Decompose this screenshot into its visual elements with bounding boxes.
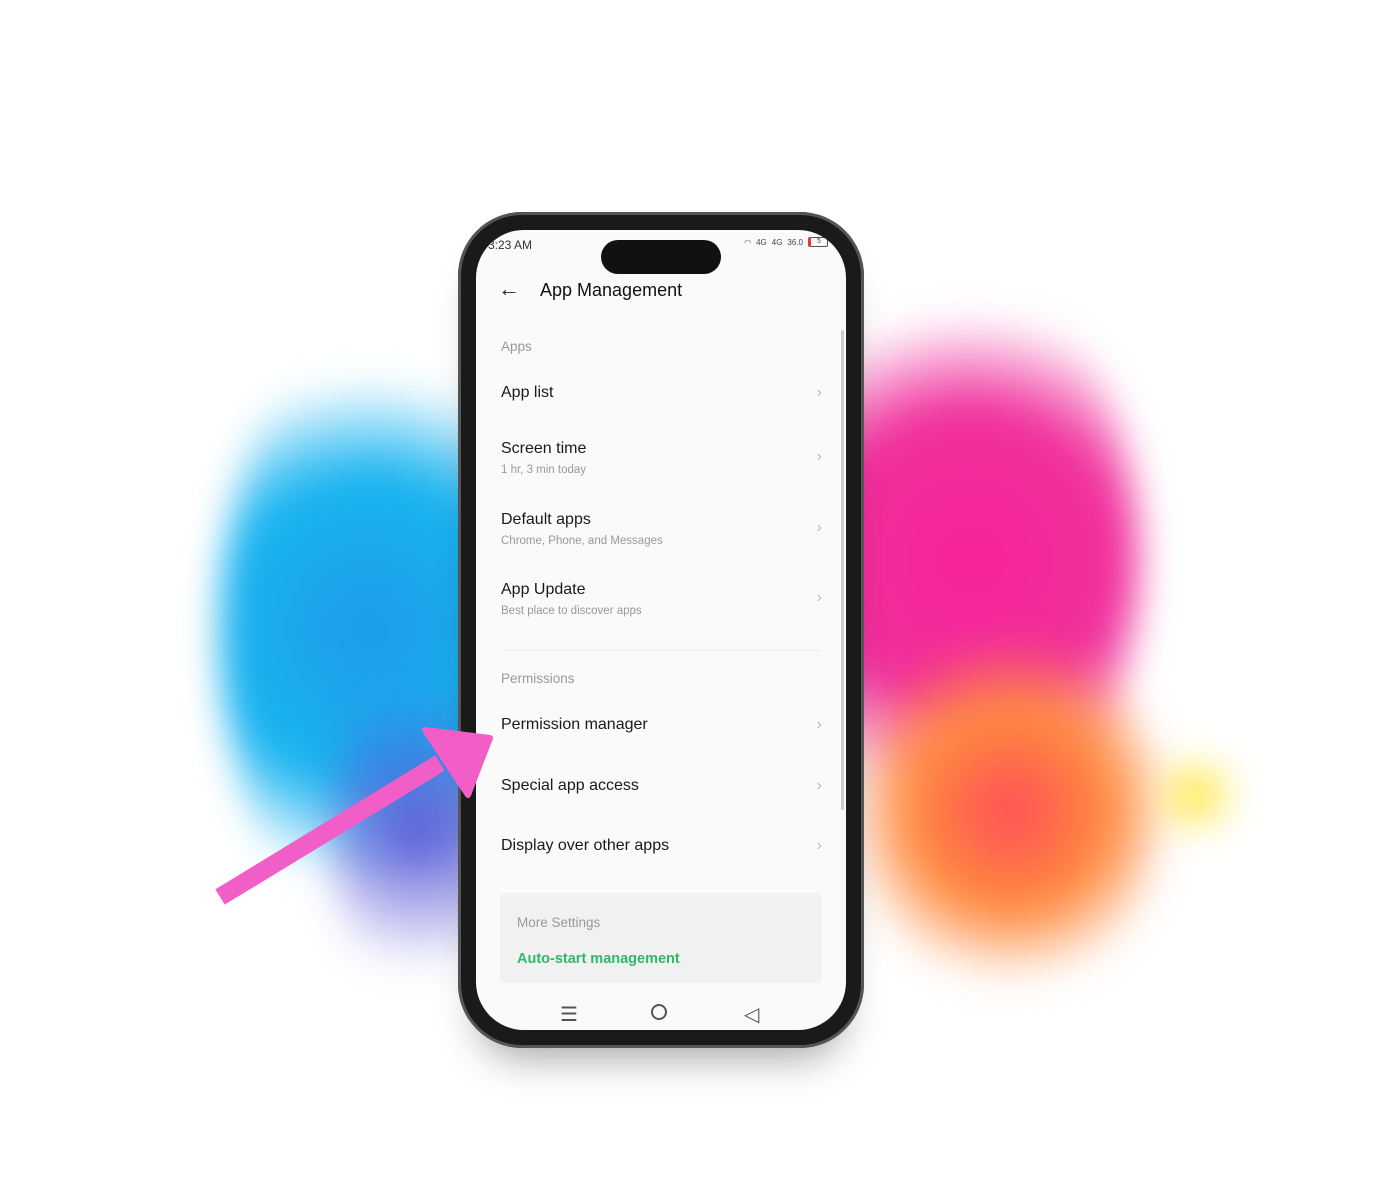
arrow-shaft <box>215 755 445 905</box>
pointer-arrow <box>215 727 493 905</box>
